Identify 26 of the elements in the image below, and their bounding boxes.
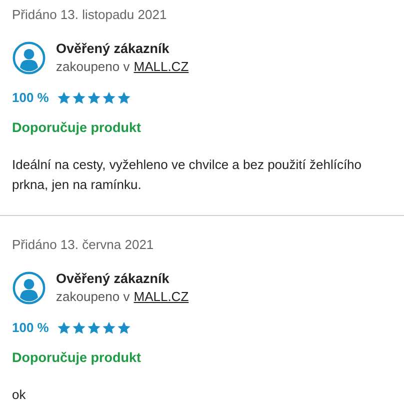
user-avatar-icon — [12, 271, 46, 305]
review-date: Přidáno 13. června 2021 — [12, 236, 155, 254]
rating-percent: 100 % — [12, 90, 49, 105]
rating-percent: 100 % — [12, 320, 49, 335]
star-icon — [102, 90, 116, 104]
store-link[interactable]: MALL.CZ — [134, 288, 189, 306]
star-icon — [86, 320, 101, 334]
review-text: Ideální na cesty, vyžehleno ve chvilce a bez použití žehlícího prkna, jen na ramínku. — [12, 156, 363, 194]
star-icon — [56, 90, 71, 104]
author-name: Ověřený zákazník — [56, 40, 170, 58]
user-avatar-icon — [12, 41, 46, 75]
recommendation-text: Doporučuje produkt — [12, 119, 142, 137]
star-icon — [116, 90, 131, 104]
star-icon — [72, 90, 86, 104]
star-icon — [86, 90, 101, 104]
purchase-label: zakoupeno v — [56, 288, 130, 306]
review-date: Přidáno 13. listopadu 2021 — [12, 6, 168, 24]
star-icon — [72, 320, 86, 334]
author-name: Ověřený zákazník — [56, 270, 170, 288]
store-link[interactable]: MALL.CZ — [134, 58, 189, 76]
star-icon — [102, 320, 116, 334]
review-text: ok — [12, 386, 27, 404]
purchase-label: zakoupeno v — [56, 58, 130, 76]
star-icon — [56, 320, 71, 334]
star-icon — [116, 320, 131, 334]
recommendation-text: Doporučuje produkt — [12, 349, 142, 367]
